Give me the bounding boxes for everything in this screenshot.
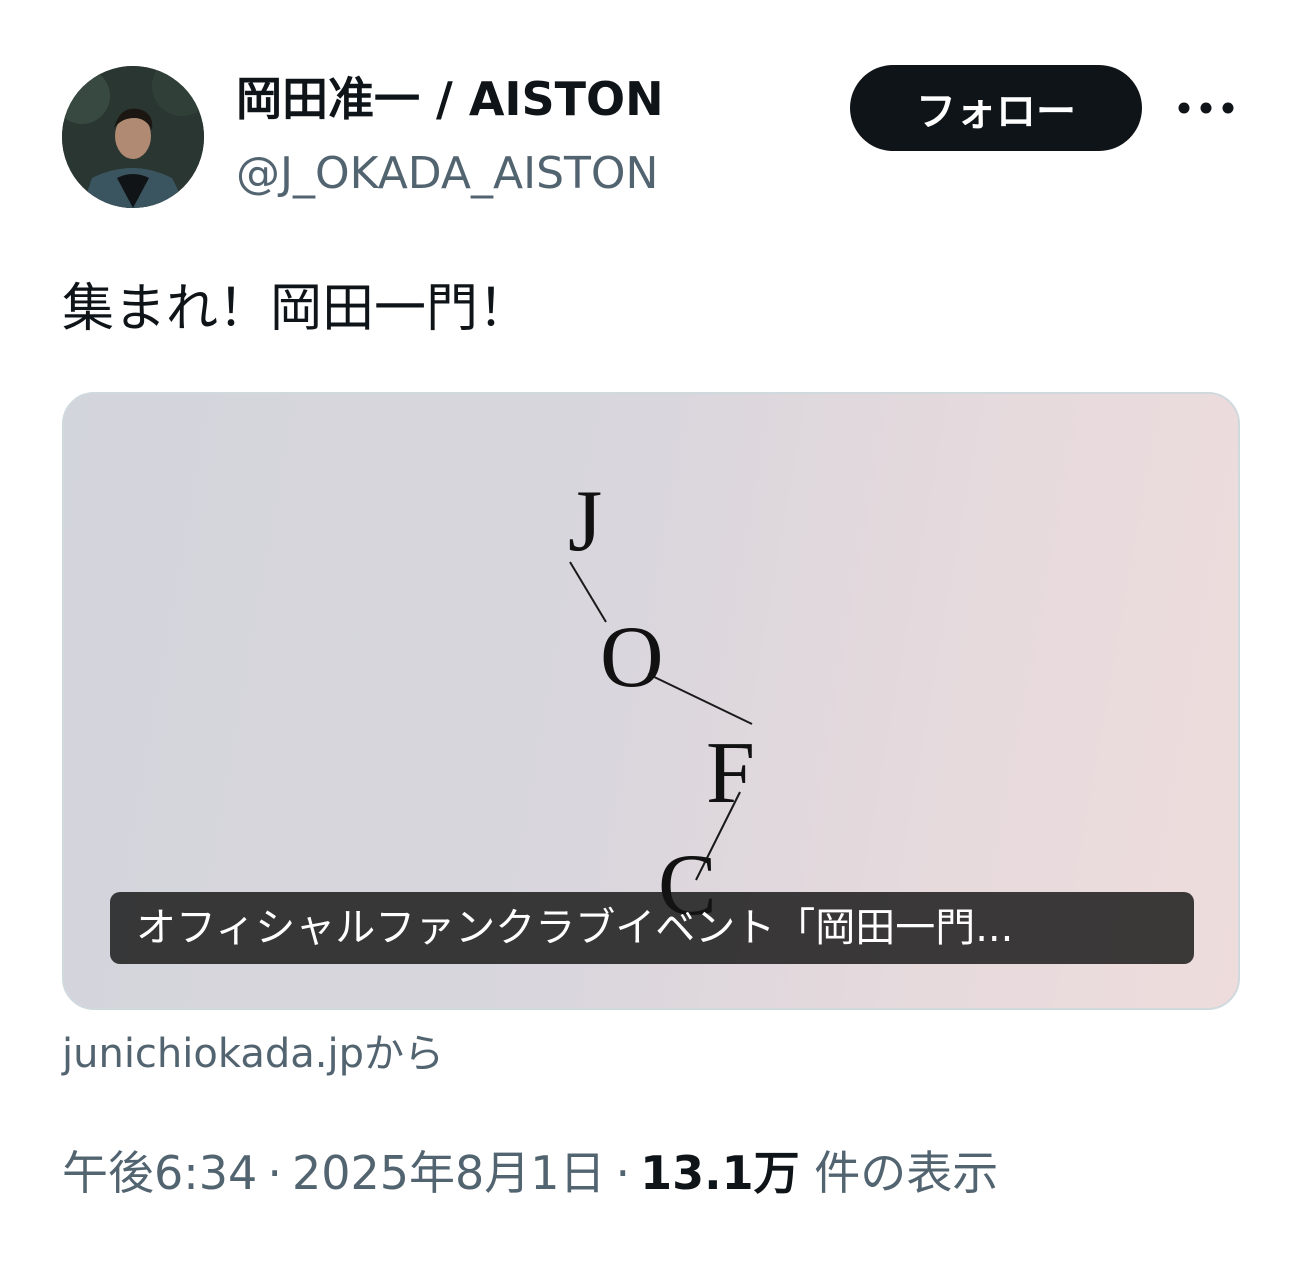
tweet-meta: 午後6:34 · 2025年8月1日 · 13.1万 件の表示 xyxy=(62,1146,998,1201)
logo-letter-o: O xyxy=(600,609,664,706)
views-label: 件の表示 xyxy=(814,1146,999,1200)
profile-photo-icon xyxy=(62,66,204,208)
logo-letter-j: J xyxy=(568,473,602,570)
tweet-date[interactable]: 2025年8月1日 xyxy=(292,1146,606,1200)
tweet-time[interactable]: 午後6:34 xyxy=(62,1146,257,1200)
logo-letter-f: F xyxy=(706,725,755,822)
more-horizontal-icon[interactable] xyxy=(1176,88,1236,128)
tweet-text: 集まれ！岡田一門！ xyxy=(62,279,531,339)
display-name[interactable]: 岡田准一 / AISTON xyxy=(236,72,664,127)
follow-button[interactable]: フォロー xyxy=(850,65,1142,151)
card-source[interactable]: junichiokada.jpから xyxy=(62,1030,444,1078)
user-handle[interactable]: @J_OKADA_AISTON xyxy=(236,148,658,201)
meta-separator: · xyxy=(615,1146,631,1200)
link-card[interactable]: J O F C オフィシャルファンクラブイベント「岡田一門... xyxy=(62,392,1240,1010)
avatar[interactable] xyxy=(62,66,204,208)
meta-separator: · xyxy=(267,1146,282,1200)
views-count[interactable]: 13.1万 xyxy=(640,1146,800,1200)
card-title[interactable]: オフィシャルファンクラブイベント「岡田一門... xyxy=(110,892,1194,964)
